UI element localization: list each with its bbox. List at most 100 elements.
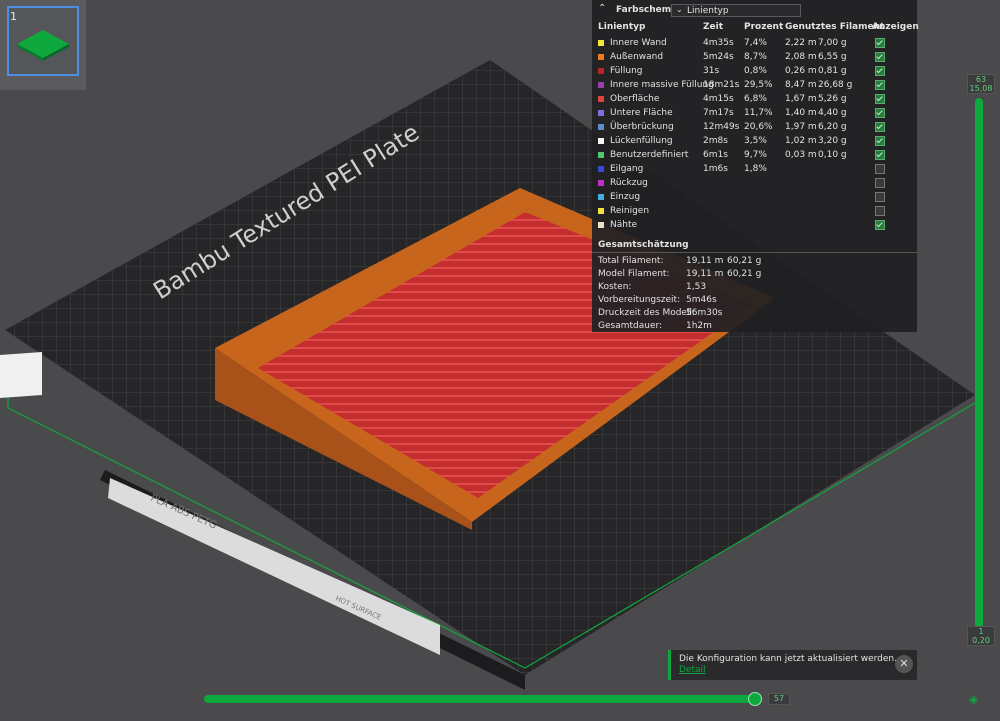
move-slider-track[interactable] bbox=[204, 695, 762, 703]
legend-header: ⌃ Farbschema ⌄ Linientyp bbox=[592, 0, 917, 21]
line-type-time: 7m17s bbox=[703, 108, 734, 118]
color-scheme-value: Linientyp bbox=[687, 6, 729, 16]
line-type-time: 4m15s bbox=[703, 94, 734, 104]
chevron-down-icon: ⌄ bbox=[676, 5, 683, 14]
summary-row: Druckzeit des Modell: 56m30s bbox=[592, 307, 917, 320]
summary-value-1: 19,11 m bbox=[686, 256, 724, 266]
legend-row: Eilgang 1m6s 1,8% bbox=[592, 162, 917, 176]
line-type-time: 1m6s bbox=[703, 164, 728, 174]
line-type-percent: 3,5% bbox=[744, 136, 767, 146]
line-type-time: 4m35s bbox=[703, 38, 734, 48]
show-checkbox[interactable] bbox=[875, 150, 885, 160]
line-type-weight: 26,68 g bbox=[818, 80, 853, 90]
line-type-name: Innere Wand bbox=[610, 38, 667, 48]
plate-thumbnail-icon bbox=[17, 30, 69, 61]
legend-row: Benutzerdefiniert 6m1s 9,7% 0,03 m 0,10 g bbox=[592, 148, 917, 162]
line-type-percent: 1,8% bbox=[744, 164, 767, 174]
layer-slider-track[interactable] bbox=[975, 98, 983, 628]
legend-row: Innere massive Füllung 18m21s 29,5% 8,47 m2… bbox=[592, 78, 917, 92]
notification-detail-link[interactable]: Detail bbox=[679, 665, 706, 675]
show-checkbox[interactable] bbox=[875, 38, 885, 48]
legend-row: Innere Wand 4m35s 7,4% 2,22 m 7,00 g bbox=[592, 36, 917, 50]
show-checkbox[interactable] bbox=[875, 178, 885, 188]
line-type-length: 1,02 m bbox=[785, 136, 817, 146]
show-checkbox[interactable] bbox=[875, 192, 885, 202]
layers-icon[interactable]: ◈ bbox=[969, 692, 978, 706]
update-notification: Die Konfiguration kann jetzt aktualisier… bbox=[668, 650, 917, 680]
plate-thumbnail[interactable]: 1 bbox=[0, 0, 86, 90]
line-type-length: 8,47 m bbox=[785, 80, 817, 90]
show-checkbox[interactable] bbox=[875, 108, 885, 118]
show-checkbox[interactable] bbox=[875, 164, 885, 174]
line-type-swatch bbox=[598, 180, 604, 186]
summary-label: Vorbereitungszeit: bbox=[598, 295, 681, 305]
line-type-name: Eilgang bbox=[610, 164, 644, 174]
line-type-length: 2,08 m bbox=[785, 52, 817, 62]
line-type-percent: 29,5% bbox=[744, 80, 773, 90]
legend-title: Farbschema bbox=[616, 5, 678, 15]
summary-value-2: 60,21 g bbox=[727, 256, 762, 266]
summary-label: Kosten: bbox=[598, 282, 632, 292]
line-type-name: Untere Fläche bbox=[610, 108, 673, 118]
line-type-weight: 5,26 g bbox=[818, 94, 847, 104]
show-checkbox[interactable] bbox=[875, 136, 885, 146]
summary-divider bbox=[592, 252, 917, 253]
line-type-percent: 8,7% bbox=[744, 52, 767, 62]
summary-value-1: 56m30s bbox=[686, 308, 723, 318]
axis-corner bbox=[0, 352, 42, 398]
line-type-percent: 20,6% bbox=[744, 122, 773, 132]
line-type-swatch bbox=[598, 82, 604, 88]
line-type-weight: 6,20 g bbox=[818, 122, 847, 132]
line-type-length: 1,97 m bbox=[785, 122, 817, 132]
show-checkbox[interactable] bbox=[875, 66, 885, 76]
summary-row: Vorbereitungszeit: 5m46s bbox=[592, 294, 917, 307]
col-header-type: Linientyp bbox=[598, 22, 646, 32]
summary-label: Gesamtdauer: bbox=[598, 321, 663, 331]
line-type-weight: 4,40 g bbox=[818, 108, 847, 118]
show-checkbox[interactable] bbox=[875, 206, 885, 216]
show-checkbox[interactable] bbox=[875, 80, 885, 90]
layer-slider-top-label: 63 15,08 bbox=[967, 74, 995, 94]
show-checkbox[interactable] bbox=[875, 52, 885, 62]
line-type-swatch bbox=[598, 124, 604, 130]
chevron-up-icon[interactable]: ⌃ bbox=[598, 3, 606, 14]
show-checkbox[interactable] bbox=[875, 220, 885, 230]
line-type-swatch bbox=[598, 194, 604, 200]
line-type-weight: 0,81 g bbox=[818, 66, 847, 76]
color-scheme-select[interactable]: ⌄ Linientyp bbox=[671, 4, 801, 17]
notification-message: Die Konfiguration kann jetzt aktualisier… bbox=[679, 654, 897, 664]
line-type-swatch bbox=[598, 222, 604, 228]
close-icon[interactable]: ✕ bbox=[895, 655, 913, 673]
legend-row: Untere Fläche 7m17s 11,7% 1,40 m 4,40 g bbox=[592, 106, 917, 120]
line-type-name: Überbrückung bbox=[610, 122, 674, 132]
line-type-percent: 7,4% bbox=[744, 38, 767, 48]
line-type-name: Außenwand bbox=[610, 52, 664, 62]
line-type-swatch bbox=[598, 208, 604, 214]
line-type-name: Füllung bbox=[610, 66, 643, 76]
move-slider-value: 57 bbox=[768, 693, 790, 705]
line-type-length: 0,26 m bbox=[785, 66, 817, 76]
line-type-name: Rückzug bbox=[610, 178, 648, 188]
show-checkbox[interactable] bbox=[875, 94, 885, 104]
show-checkbox[interactable] bbox=[875, 122, 885, 132]
line-type-swatch bbox=[598, 110, 604, 116]
line-type-length: 1,40 m bbox=[785, 108, 817, 118]
move-slider[interactable]: 57 bbox=[204, 690, 790, 710]
summary-value-1: 1,53 bbox=[686, 282, 707, 292]
move-slider-knob[interactable] bbox=[748, 692, 762, 706]
summary-row: Gesamtdauer: 1h2m bbox=[592, 320, 917, 333]
bottom-layer-number: 1 bbox=[978, 627, 984, 636]
summary-title: Gesamtschätzung bbox=[598, 240, 689, 250]
legend-row: Außenwand 5m24s 8,7% 2,08 m 6,55 g bbox=[592, 50, 917, 64]
line-type-percent: 9,7% bbox=[744, 150, 767, 160]
plate-thumbnail-selected[interactable] bbox=[7, 6, 79, 76]
legend-row: Einzug bbox=[592, 190, 917, 204]
line-type-time: 18m21s bbox=[703, 80, 740, 90]
line-type-swatch bbox=[598, 68, 604, 74]
layer-slider[interactable]: 63 15,08 1 0,20 bbox=[967, 74, 995, 649]
legend-row: Nähte bbox=[592, 218, 917, 232]
top-layer-number: 63 bbox=[975, 75, 987, 84]
summary-label: Total Filament: bbox=[598, 256, 664, 266]
plate-number: 1 bbox=[10, 10, 17, 23]
line-type-time: 2m8s bbox=[703, 136, 728, 146]
